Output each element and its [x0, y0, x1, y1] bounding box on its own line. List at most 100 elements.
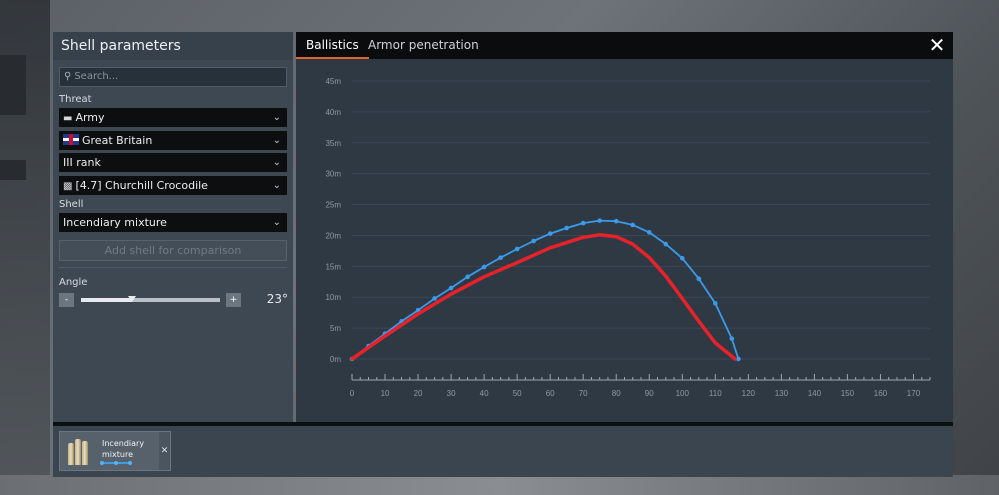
x-tick-label: 90	[645, 389, 654, 398]
vehicle-value: [4.7] Churchill Crocodile	[75, 179, 208, 192]
y-tick-label: 25m	[325, 201, 341, 210]
x-tick-label: 110	[709, 389, 722, 398]
x-tick-label: 160	[874, 389, 888, 398]
close-icon[interactable]: ✕	[927, 35, 947, 55]
y-tick-label: 45m	[325, 77, 341, 86]
x-tick-label: 120	[742, 389, 756, 398]
shell-icon	[68, 439, 90, 465]
trajectory-point	[696, 276, 702, 281]
trajectory-point	[729, 336, 735, 341]
x-tick-label: 0	[350, 389, 355, 398]
shell-parameters-panel: Shell parameters ⚲ Search... Threat ▬ Army…	[53, 32, 293, 422]
nation-value: Great Britain	[82, 134, 153, 147]
y-tick-label: 30m	[325, 170, 341, 179]
rank-select[interactable]: III rank ⌄	[59, 153, 287, 172]
trajectory-point	[713, 301, 718, 306]
angle-increase-button[interactable]: +	[226, 293, 241, 307]
tank-icon: ▩	[63, 181, 73, 192]
angle-decrease-button[interactable]: -	[59, 293, 74, 307]
trajectory-point	[514, 246, 520, 252]
y-tick-label: 10m	[325, 293, 341, 302]
x-tick-label: 20	[414, 389, 423, 398]
ballistics-chart: 0m 5m 10m 15m 20m 25m 30m 35m 40m 45m 0 10 20 30 40 50 6…	[296, 59, 953, 422]
x-tick-label: 100	[676, 389, 690, 398]
trajectory-point	[498, 255, 503, 260]
tab-armor-penetration[interactable]: Armor penetration	[358, 32, 489, 59]
army-type-select[interactable]: ▬ Army ⌄	[59, 108, 287, 127]
x-tick-label: 70	[579, 389, 588, 398]
x-tick-label: 150	[841, 389, 855, 398]
army-type-value: Army	[75, 111, 105, 124]
divider	[59, 267, 287, 268]
chevron-down-icon: ⌄	[272, 112, 281, 123]
ballistics-chart-svg: 0m 5m 10m 15m 20m 25m 30m 35m 40m 45m 0 10 20 30 40 50 6…	[325, 77, 931, 398]
shell-card-line-icon	[100, 460, 132, 465]
nation-select[interactable]: Great Britain ⌄	[59, 131, 287, 150]
x-tick-label: 40	[480, 389, 489, 398]
rank-value: III rank	[63, 156, 101, 169]
x-tick-label: 10	[381, 389, 390, 398]
trajectory-point	[630, 222, 636, 228]
trajectory-point	[663, 241, 669, 247]
trajectory-point	[531, 238, 536, 244]
panel-title: Shell parameters	[53, 32, 293, 60]
angle-slider-track[interactable]	[81, 296, 220, 302]
x-tick-label: 60	[546, 389, 555, 398]
tank-icon: ▬	[63, 113, 73, 124]
shell-card-label: Incendiary mixture	[102, 439, 145, 459]
shell-card[interactable]: Incendiary mixture ✕	[59, 431, 171, 471]
chevron-down-icon: ⌄	[272, 217, 281, 228]
uk-flag-icon	[63, 134, 79, 145]
angle-slider-fill	[81, 298, 133, 302]
x-tick-label: 30	[447, 389, 456, 398]
trajectory-point	[597, 218, 603, 223]
search-icon: ⚲	[64, 71, 72, 82]
angle-slider: - + 23°	[59, 292, 288, 308]
x-tick-label: 140	[808, 389, 822, 398]
background-bottom	[0, 475, 999, 495]
background-block	[0, 160, 26, 180]
shell-value: Incendiary mixture	[63, 216, 167, 229]
shell-label: Shell	[59, 199, 84, 210]
background-block	[0, 55, 26, 115]
ballistics-panel: Ballistics Armor penetration ✕ 0m 5m 10m 15…	[296, 32, 953, 422]
trajectory-point	[465, 274, 470, 280]
x-tick-label: 130	[775, 389, 789, 398]
search-placeholder: Search...	[74, 71, 119, 82]
remove-shell-button[interactable]: ✕	[159, 432, 170, 470]
chevron-down-icon: ⌄	[272, 180, 281, 191]
y-tick-label: 20m	[325, 231, 341, 240]
trajectory-point	[547, 231, 553, 236]
y-tick-label: 15m	[325, 262, 341, 271]
angle-value: 23°	[266, 292, 288, 306]
trajectory-point	[613, 218, 619, 224]
x-tick-label: 50	[513, 389, 522, 398]
chevron-down-icon: ⌄	[272, 135, 281, 146]
y-tick-label: 35m	[325, 139, 341, 148]
angle-slider-handle[interactable]	[128, 296, 137, 302]
trajectory-point	[432, 296, 437, 301]
trajectory-point	[481, 264, 487, 270]
trajectory-line-1	[351, 219, 740, 360]
vehicle-select[interactable]: ▩ [4.7] Churchill Crocodile ⌄	[59, 176, 287, 195]
trajectory-point	[646, 230, 652, 235]
threat-label: Threat	[59, 94, 92, 105]
y-tick-label: 5m	[330, 324, 341, 333]
trajectory-point	[564, 225, 569, 231]
search-input[interactable]: ⚲ Search...	[59, 67, 287, 87]
background-left	[0, 0, 50, 495]
chevron-down-icon: ⌄	[272, 157, 281, 168]
tab-bar: Ballistics Armor penetration ✕	[296, 32, 953, 59]
add-shell-button[interactable]: Add shell for comparison	[59, 240, 287, 261]
shell-parameters-window: Shell parameters ⚲ Search... Threat ▬ Army…	[53, 32, 953, 477]
x-tick-label: 170	[907, 389, 921, 398]
comparison-strip: Incendiary mixture ✕	[53, 426, 953, 477]
angle-label: Angle	[59, 277, 88, 288]
x-tick-label: 80	[612, 389, 621, 398]
trajectory-point	[580, 220, 586, 226]
y-tick-label: 40m	[325, 108, 341, 117]
trajectory-point	[679, 256, 685, 261]
trajectory-point	[448, 285, 454, 291]
y-tick-label: 0m	[330, 355, 341, 364]
shell-select[interactable]: Incendiary mixture ⌄	[59, 213, 287, 232]
